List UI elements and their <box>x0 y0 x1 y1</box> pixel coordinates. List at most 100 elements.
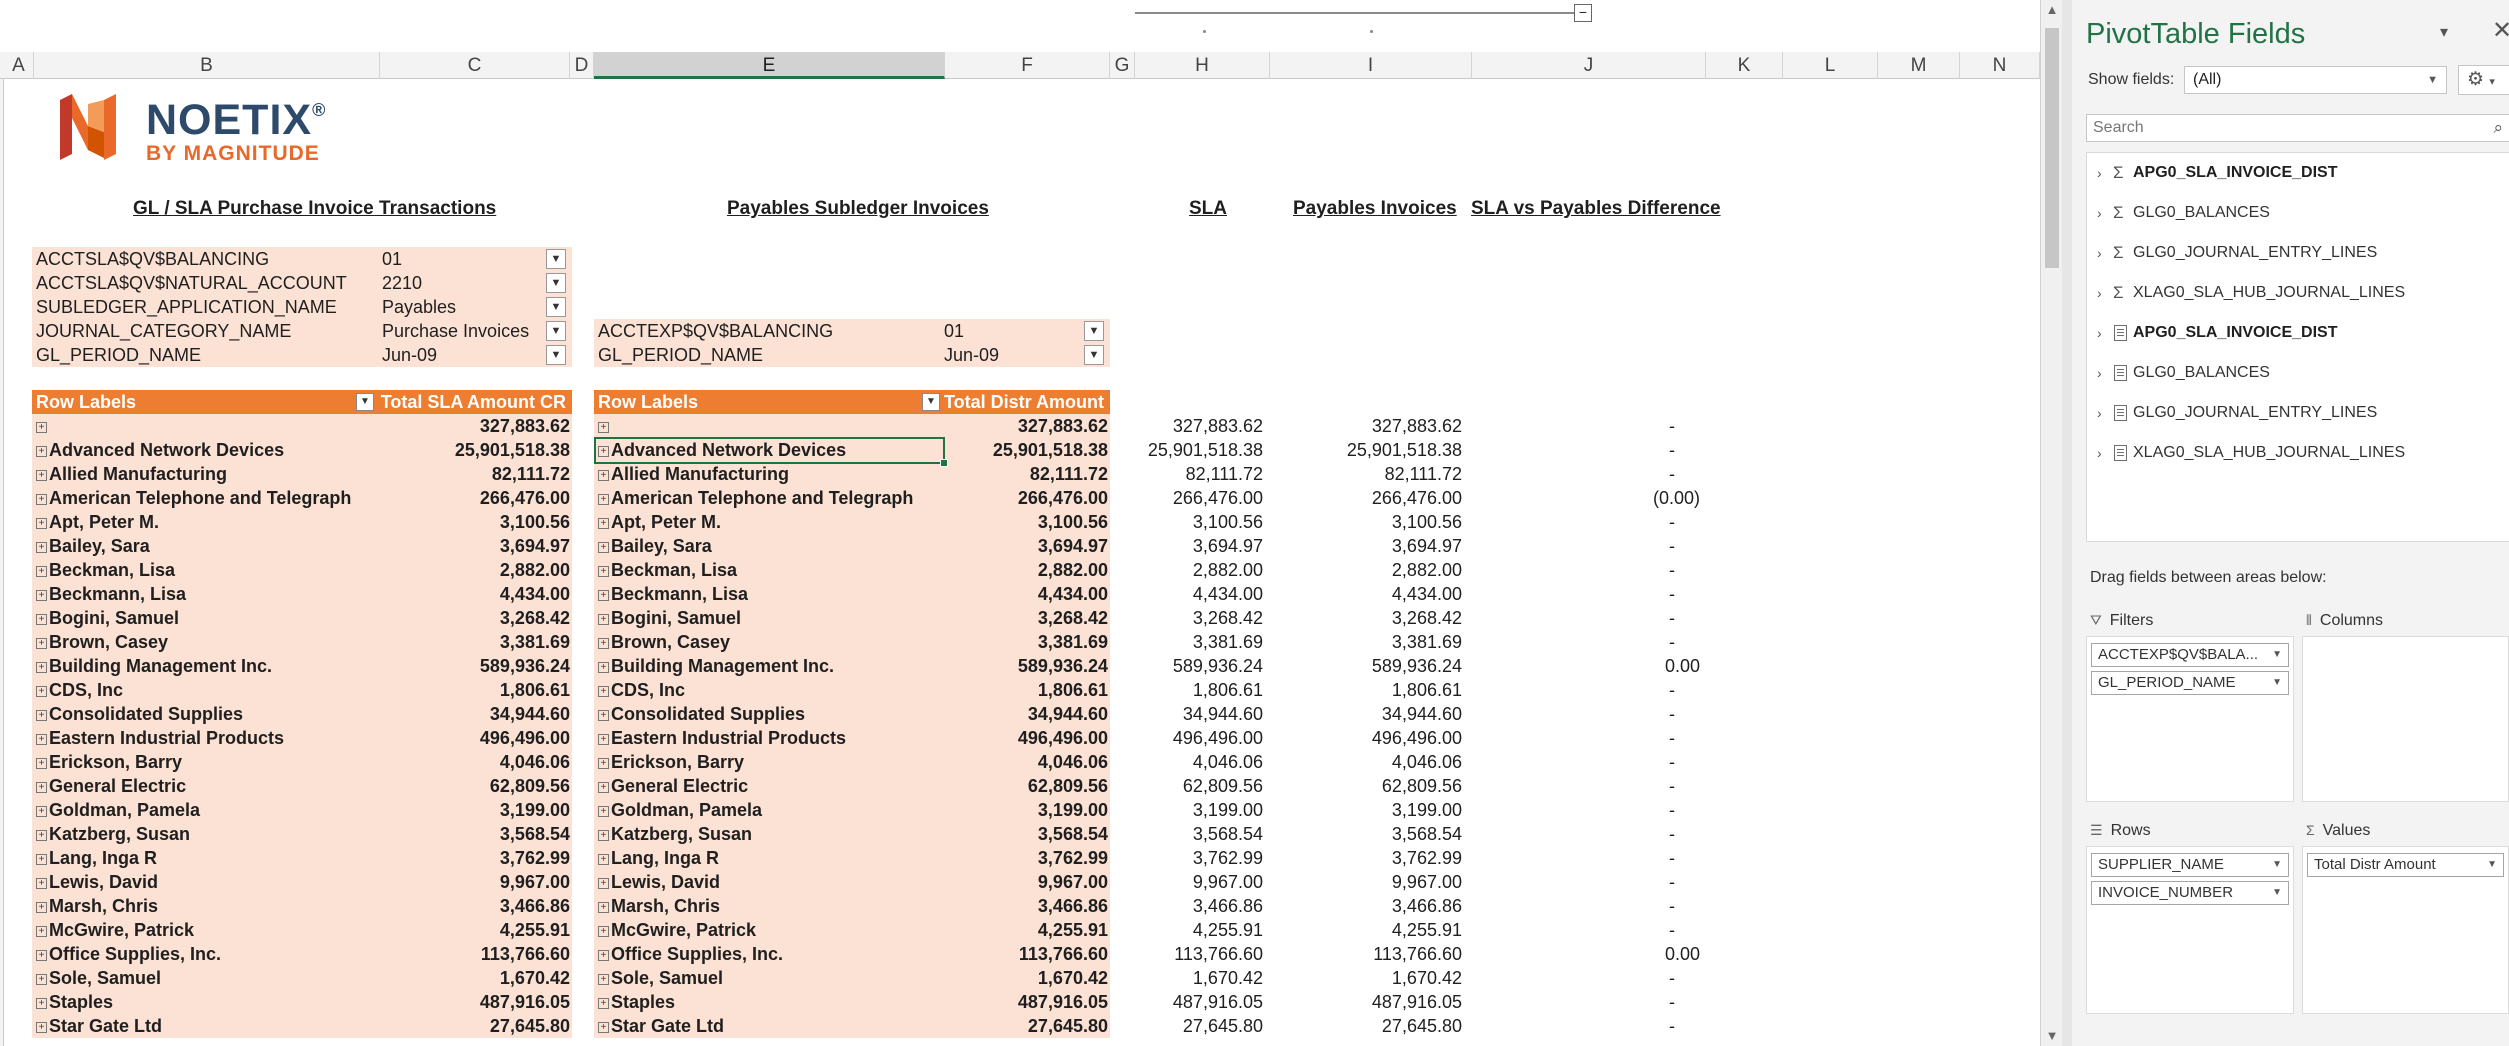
expand-icon[interactable]: + <box>598 638 609 649</box>
chevron-down-icon[interactable]: ▼ <box>2272 882 2282 904</box>
chevron-down-icon[interactable]: ▼ <box>2487 854 2497 876</box>
field-search-input[interactable]: Search ⌕ <box>2086 114 2509 142</box>
pivot-row-right[interactable]: + Beckmann, Lisa 4,434.00 <box>594 582 1110 606</box>
pivot-row-left[interactable]: + Sole, Samuel 1,670.42 <box>32 966 572 990</box>
filter-dropdown-icon[interactable]: ▼ <box>1084 345 1104 365</box>
filter-dropdown-icon[interactable]: ▼ <box>546 321 566 341</box>
expand-icon[interactable]: + <box>36 806 47 817</box>
expand-icon[interactable]: + <box>36 998 47 1009</box>
expand-icon[interactable]: + <box>598 614 609 625</box>
field-table-item[interactable]: › GLG0_BALANCES <box>2087 353 2509 393</box>
expand-icon[interactable]: + <box>36 686 47 697</box>
pivot-row-left[interactable]: + McGwire, Patrick 4,255.91 <box>32 918 572 942</box>
expand-icon[interactable]: + <box>598 734 609 745</box>
pivot-row-right[interactable]: + Building Management Inc. 589,936.24 <box>594 654 1110 678</box>
pivot-row-right[interactable]: + Bailey, Sara 3,694.97 <box>594 534 1110 558</box>
field-table-item[interactable]: › Σ XLAG0_SLA_HUB_JOURNAL_LINES <box>2087 273 2509 313</box>
filter-field-chip[interactable]: ACCTEXP$QV$BALA... ▼ <box>2091 643 2289 667</box>
chevron-right-icon[interactable]: › <box>2097 353 2102 393</box>
pivot-row-right[interactable]: + McGwire, Patrick 4,255.91 <box>594 918 1110 942</box>
filter-dropdown-icon[interactable]: ▼ <box>546 297 566 317</box>
pivot-row-left[interactable]: + General Electric 62,809.56 <box>32 774 572 798</box>
expand-icon[interactable]: + <box>36 470 47 481</box>
column-header-f[interactable]: F <box>945 52 1110 79</box>
expand-icon[interactable]: + <box>36 590 47 601</box>
pivot-row-right[interactable]: + Katzberg, Susan 3,568.54 <box>594 822 1110 846</box>
expand-icon[interactable]: + <box>36 710 47 721</box>
collapse-button[interactable]: − <box>1574 4 1592 22</box>
pane-menu-icon[interactable]: ▾ <box>2440 22 2448 42</box>
pivot-row-left[interactable]: +327,883.62 <box>32 414 572 438</box>
expand-icon[interactable]: + <box>598 974 609 985</box>
chevron-right-icon[interactable]: › <box>2097 153 2102 193</box>
expand-icon[interactable]: + <box>36 782 47 793</box>
column-header-c[interactable]: C <box>380 52 570 79</box>
pivot-row-left[interactable]: + Building Management Inc. 589,936.24 <box>32 654 572 678</box>
chevron-right-icon[interactable]: › <box>2097 193 2102 233</box>
pivot-row-right[interactable]: + CDS, Inc 1,806.61 <box>594 678 1110 702</box>
filter-dropdown-icon[interactable]: ▼ <box>1084 321 1104 341</box>
pivot-row-left[interactable]: + Apt, Peter M. 3,100.56 <box>32 510 572 534</box>
expand-icon[interactable]: + <box>598 710 609 721</box>
field-table-item[interactable]: › Σ APG0_SLA_INVOICE_DIST <box>2087 153 2509 193</box>
expand-icon[interactable]: + <box>598 806 609 817</box>
chevron-right-icon[interactable]: › <box>2097 313 2102 353</box>
expand-icon[interactable]: + <box>598 854 609 865</box>
expand-icon[interactable]: + <box>598 1022 609 1033</box>
pivot-row-left[interactable]: + Marsh, Chris 3,466.86 <box>32 894 572 918</box>
expand-icon[interactable]: + <box>598 422 609 433</box>
pivot-row-right[interactable]: + Eastern Industrial Products 496,496.00 <box>594 726 1110 750</box>
expand-icon[interactable]: + <box>598 758 609 769</box>
pivot-row-left[interactable]: + CDS, Inc 1,806.61 <box>32 678 572 702</box>
expand-icon[interactable]: + <box>36 950 47 961</box>
chevron-right-icon[interactable]: › <box>2097 233 2102 273</box>
column-header-a[interactable]: A <box>4 52 34 79</box>
pivot-row-left[interactable]: + Star Gate Ltd 27,645.80 <box>32 1014 572 1038</box>
column-header-h[interactable]: H <box>1135 52 1270 79</box>
expand-icon[interactable]: + <box>36 758 47 769</box>
pivot-row-right[interactable]: + Erickson, Barry 4,046.06 <box>594 750 1110 774</box>
column-header-g[interactable]: G <box>1110 52 1135 79</box>
chevron-down-icon[interactable]: ▼ <box>2272 672 2282 694</box>
column-header-b[interactable]: B <box>34 52 380 79</box>
field-table-item[interactable]: › APG0_SLA_INVOICE_DIST <box>2087 313 2509 353</box>
pivot-row-left[interactable]: + Staples 487,916.05 <box>32 990 572 1014</box>
pivot-row-right[interactable]: + Staples 487,916.05 <box>594 990 1110 1014</box>
expand-icon[interactable]: + <box>598 902 609 913</box>
expand-icon[interactable]: + <box>598 662 609 673</box>
expand-icon[interactable]: + <box>598 926 609 937</box>
pivot-row-right[interactable]: + General Electric 62,809.56 <box>594 774 1110 798</box>
expand-icon[interactable]: + <box>36 446 47 457</box>
pivot-row-right[interactable]: + Lang, Inga R 3,762.99 <box>594 846 1110 870</box>
column-header-e[interactable]: E <box>594 52 945 79</box>
show-fields-select[interactable]: (All) ▼ <box>2184 66 2447 94</box>
filter-dropdown-icon[interactable]: ▼ <box>546 345 566 365</box>
pivot-row-right[interactable]: + Marsh, Chris 3,466.86 <box>594 894 1110 918</box>
expand-icon[interactable]: + <box>36 542 47 553</box>
pivot-row-right[interactable]: + Bogini, Samuel 3,268.42 <box>594 606 1110 630</box>
pivot-row-right[interactable]: + Apt, Peter M. 3,100.56 <box>594 510 1110 534</box>
column-header-l[interactable]: L <box>1783 52 1878 79</box>
field-table-item[interactable]: › XLAG0_SLA_HUB_JOURNAL_LINES <box>2087 433 2509 473</box>
pivot-row-left[interactable]: + Goldman, Pamela 3,199.00 <box>32 798 572 822</box>
field-table-item[interactable]: › Σ GLG0_JOURNAL_ENTRY_LINES <box>2087 233 2509 273</box>
pane-splitter[interactable] <box>2062 0 2072 1046</box>
expand-icon[interactable]: + <box>36 518 47 529</box>
row-labels-dropdown-icon[interactable]: ▼ <box>922 393 940 411</box>
expand-icon[interactable]: + <box>598 446 609 457</box>
scroll-up-icon[interactable]: ▲ <box>2041 2 2063 17</box>
values-area[interactable]: Total Distr Amount ▼ <box>2302 846 2509 1014</box>
chevron-down-icon[interactable]: ▼ <box>2272 644 2282 666</box>
pivot-row-right[interactable]: + American Telephone and Telegraph 266,476… <box>594 486 1110 510</box>
pivot-row-right[interactable]: + Lewis, David 9,967.00 <box>594 870 1110 894</box>
pivot-row-left[interactable]: + Katzberg, Susan 3,568.54 <box>32 822 572 846</box>
expand-icon[interactable]: + <box>36 734 47 745</box>
pivot-row-right[interactable]: + Beckman, Lisa 2,882.00 <box>594 558 1110 582</box>
expand-icon[interactable]: + <box>36 638 47 649</box>
vertical-scrollbar[interactable]: ▲ ▼ <box>2040 0 2062 1046</box>
expand-icon[interactable]: + <box>36 926 47 937</box>
expand-icon[interactable]: + <box>36 1022 47 1033</box>
columns-area[interactable] <box>2302 636 2509 802</box>
chevron-right-icon[interactable]: › <box>2097 393 2102 433</box>
scroll-thumb[interactable] <box>2045 28 2059 268</box>
